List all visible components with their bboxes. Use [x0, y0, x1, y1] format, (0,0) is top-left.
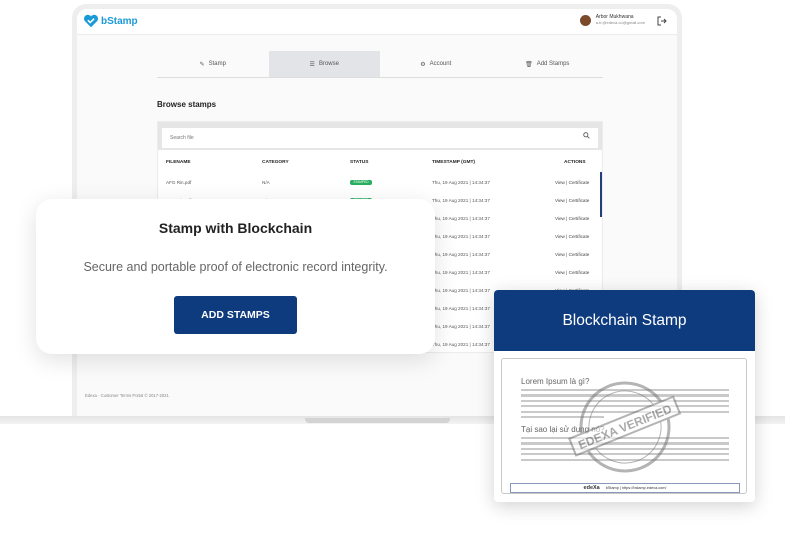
- view-link[interactable]: View: [555, 180, 565, 185]
- search-icon[interactable]: [583, 132, 590, 139]
- column-header-category[interactable]: CATEGORY: [262, 160, 289, 165]
- laptop-notch: [305, 418, 450, 423]
- tab-label: Stamp: [208, 61, 226, 67]
- view-link[interactable]: View: [555, 216, 565, 221]
- user-menu[interactable]: Arbor Mukhwana a.b.@edexa.co@gmail.com: [579, 14, 645, 26]
- stamp-promo-card: Stamp with Blockchain Secure and portabl…: [36, 199, 435, 354]
- document-footer: edeXa bStamp | https://bstamp.edexa.com/: [510, 483, 740, 493]
- top-bar: bStamp Arbor Mukhwana a.b.@edexa.co@gmai…: [77, 9, 677, 35]
- scrollbar[interactable]: [600, 172, 602, 217]
- tab-bar: ✎ Stamp ☰ Browse ⚙ Account 🗑 Add Stamps: [157, 51, 603, 78]
- actions-cell: View | Certificate: [555, 198, 589, 203]
- view-link[interactable]: View: [555, 270, 565, 275]
- actions-cell: View | Certificate: [555, 216, 589, 221]
- blockchain-stamp-card: Blockchain Stamp Lorem Ipsum là gì? Tại …: [494, 290, 755, 502]
- timestamp-cell: Thu, 19 Aug 2021 | 14:34:37: [432, 198, 490, 203]
- logo-text: bStamp: [101, 15, 138, 27]
- timestamp-cell: Thu, 19 Aug 2021 | 14:34:37: [432, 288, 490, 293]
- column-header-status[interactable]: STATUS: [350, 160, 368, 165]
- tab-add-stamps[interactable]: 🗑 Add Stamps: [492, 51, 604, 77]
- view-link[interactable]: View: [555, 252, 565, 257]
- actions-cell: View | Certificate: [555, 234, 589, 239]
- avatar: [579, 14, 591, 26]
- actions-cell: View | Certificate: [555, 270, 589, 275]
- search-bar: [158, 122, 602, 150]
- list-icon: ☰: [309, 61, 315, 68]
- category-cell: N/A: [262, 180, 270, 185]
- view-link[interactable]: View: [555, 198, 565, 203]
- card-title: Stamp with Blockchain: [158, 220, 313, 236]
- gear-icon: ⚙: [420, 61, 426, 68]
- card-title: Blockchain Stamp: [562, 312, 687, 329]
- tab-label: Add Stamps: [536, 61, 570, 67]
- footer-logo: edeXa: [583, 485, 600, 491]
- certificate-link[interactable]: Certificate: [569, 234, 590, 239]
- tab-account[interactable]: ⚙ Account: [380, 51, 492, 77]
- footer-text: bStamp | https://bstamp.edexa.com/: [605, 486, 667, 490]
- actions-cell: View | Certificate: [555, 252, 589, 257]
- heart-logo-icon: [84, 14, 98, 28]
- filename-cell: AFG Rin.pdf: [166, 180, 192, 185]
- actions-cell: View | Certificate: [555, 180, 589, 185]
- timestamp-cell: Thu, 19 Aug 2021 | 14:34:37: [432, 234, 490, 239]
- user-email: a.b.@edexa.co@gmail.com: [595, 20, 645, 25]
- trash-icon: 🗑: [525, 61, 533, 68]
- user-info: Arbor Mukhwana a.b.@edexa.co@gmail.com: [596, 14, 645, 26]
- stamped-document-preview: Lorem Ipsum là gì? Tại sao lại sử dụng n…: [501, 358, 747, 494]
- certificate-link[interactable]: Certificate: [569, 216, 590, 221]
- timestamp-cell: Thu, 19 Aug 2021 | 14:34:37: [432, 180, 490, 185]
- search-input[interactable]: [162, 128, 598, 148]
- card-description: Secure and portable proof of electronic …: [83, 260, 388, 274]
- tab-stamp[interactable]: ✎ Stamp: [157, 51, 269, 77]
- view-link[interactable]: View: [555, 234, 565, 239]
- card-header: Blockchain Stamp: [494, 290, 755, 351]
- certificate-link[interactable]: Certificate: [569, 270, 590, 275]
- svg-text:EDEXA VERIFIED: EDEXA VERIFIED: [576, 402, 674, 452]
- table-row: AFG Rin.pdf N/A STAMPED Thu, 19 Aug 2021 | …: [158, 174, 602, 192]
- pencil-icon: ✎: [199, 61, 205, 68]
- certificate-link[interactable]: Certificate: [569, 180, 590, 185]
- timestamp-cell: Thu, 19 Aug 2021 | 14:34:37: [432, 324, 490, 329]
- timestamp-cell: Thu, 19 Aug 2021 | 14:34:37: [432, 306, 490, 311]
- timestamp-cell: Thu, 19 Aug 2021 | 14:34:37: [432, 342, 490, 347]
- timestamp-cell: Thu, 19 Aug 2021 | 14:34:37: [432, 252, 490, 257]
- certificate-link[interactable]: Certificate: [569, 252, 590, 257]
- status-badge: STAMPED: [350, 180, 372, 185]
- timestamp-cell: Thu, 19 Aug 2021 | 14:34:37: [432, 216, 490, 221]
- logo[interactable]: bStamp: [83, 14, 138, 28]
- footer-text: Edexa · Customer Terms Portal © 2017-202…: [85, 393, 169, 398]
- page-title: Browse stamps: [157, 100, 217, 109]
- tab-label: Browse: [318, 61, 339, 67]
- column-header-timestamp[interactable]: TIMESTAMP (GMT): [432, 160, 475, 165]
- logout-icon[interactable]: [657, 16, 667, 26]
- certificate-link[interactable]: Certificate: [569, 198, 590, 203]
- column-header-filename[interactable]: FILENAME: [166, 160, 191, 165]
- tab-browse[interactable]: ☰ Browse: [268, 51, 380, 77]
- tab-label: Account: [429, 61, 452, 67]
- timestamp-cell: Thu, 19 Aug 2021 | 14:34:37: [432, 270, 490, 275]
- verified-stamp-icon: EDEXA VERIFIED: [568, 381, 682, 473]
- column-header-actions: ACTIONS: [564, 160, 586, 165]
- add-stamps-button[interactable]: ADD STAMPS: [174, 296, 297, 334]
